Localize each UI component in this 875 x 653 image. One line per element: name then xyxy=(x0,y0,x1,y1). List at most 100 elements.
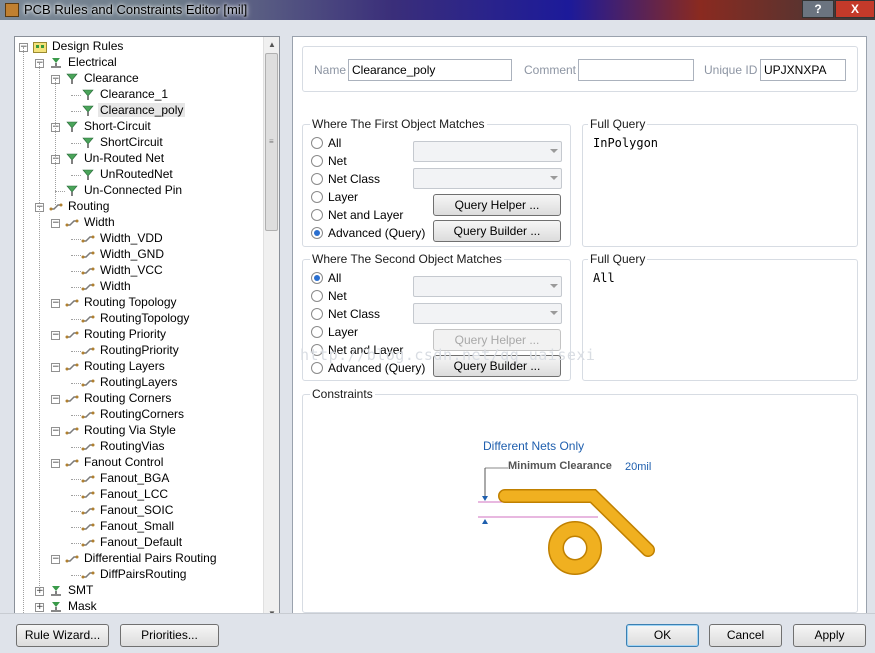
tree-item[interactable]: Fanout_LCC xyxy=(81,487,170,503)
rules-tree[interactable]: − Design Rules − Electrical − Clearance Cleara… xyxy=(14,36,280,623)
tree-item[interactable]: Width_VDD xyxy=(81,231,165,247)
scrollbar-thumb[interactable]: ≡ xyxy=(265,53,278,231)
tree-item[interactable]: Un-Connected Pin xyxy=(65,183,184,199)
tree-connector xyxy=(71,479,81,480)
radio-circle[interactable] xyxy=(311,227,323,239)
tree-item[interactable]: Fanout_Default xyxy=(81,535,184,551)
tree-item[interactable]: Un-Routed Net xyxy=(65,151,166,167)
tree-item[interactable]: Fanout_SOIC xyxy=(81,503,175,519)
apply-button[interactable]: Apply xyxy=(793,624,866,647)
tree-scrollbar[interactable]: ▲ ≡ ▼ xyxy=(263,37,279,622)
radio-layer[interactable]: Layer xyxy=(311,189,358,205)
tree-item[interactable]: Fanout_Small xyxy=(81,519,176,535)
tree-item[interactable]: Fanout Control xyxy=(65,455,165,471)
tree-item[interactable]: Routing Topology xyxy=(65,295,179,311)
tree-expander[interactable]: − xyxy=(51,363,60,372)
tree-expander[interactable]: − xyxy=(51,395,60,404)
tree-item[interactable]: SMT xyxy=(49,583,95,599)
tree-item[interactable]: Electrical xyxy=(49,55,119,71)
fanout-control-rule-icon xyxy=(65,456,79,469)
mask-rule-icon xyxy=(49,600,63,613)
second-net-combo[interactable] xyxy=(413,276,562,297)
clearance-rule-icon xyxy=(65,72,79,85)
second-query-builder-button[interactable]: Query Builder ... xyxy=(433,355,561,377)
tree-item[interactable]: Fanout_BGA xyxy=(81,471,171,487)
chevron-down-icon xyxy=(550,176,558,180)
radio-circle[interactable] xyxy=(311,173,323,185)
tree-item[interactable]: Short-Circuit xyxy=(65,119,153,135)
first-query-helper-button[interactable]: Query Helper ... xyxy=(433,194,561,216)
radio-circle[interactable] xyxy=(311,155,323,167)
tree-expander[interactable]: − xyxy=(51,555,60,564)
tree-item[interactable]: DiffPairsRouting xyxy=(81,567,188,583)
tree-expander[interactable]: − xyxy=(51,299,60,308)
tree-item[interactable]: UnRoutedNet xyxy=(81,167,175,183)
radio-circle[interactable] xyxy=(311,137,323,149)
second-query-helper-button[interactable]: Query Helper ... xyxy=(433,329,561,351)
tree-item[interactable]: Design Rules xyxy=(33,39,125,55)
tree-item[interactable]: Clearance xyxy=(65,71,141,87)
first-query-builder-button[interactable]: Query Builder ... xyxy=(433,220,561,242)
radio-circle[interactable] xyxy=(311,344,323,356)
tree-item[interactable]: Width_VCC xyxy=(81,263,165,279)
radio-circle[interactable] xyxy=(311,209,323,221)
radio-net[interactable]: Net xyxy=(311,288,347,304)
ok-button[interactable]: OK xyxy=(626,624,699,647)
first-netclass-combo[interactable] xyxy=(413,168,562,189)
tree-guide-line xyxy=(39,63,40,203)
rule-wizard-button[interactable]: Rule Wizard... xyxy=(16,624,109,647)
help-button[interactable]: ? xyxy=(802,0,834,18)
radio-net-class[interactable]: Net Class xyxy=(311,171,380,187)
tree-item[interactable]: ShortCircuit xyxy=(81,135,165,151)
tree-expander[interactable]: − xyxy=(51,459,60,468)
cancel-button[interactable]: Cancel xyxy=(709,624,782,647)
tree-item[interactable]: RoutingCorners xyxy=(81,407,186,423)
tree-expander[interactable]: − xyxy=(51,427,60,436)
tree-item[interactable]: Width xyxy=(81,279,133,295)
radio-all[interactable]: All xyxy=(311,270,341,286)
radio-circle[interactable] xyxy=(311,191,323,203)
tree-item[interactable]: Routing Layers xyxy=(65,359,167,375)
tree-expander[interactable]: − xyxy=(51,331,60,340)
tree-item-label: Routing Priority xyxy=(84,327,167,341)
name-field[interactable] xyxy=(348,59,512,81)
electrical-rule-icon xyxy=(49,56,63,69)
tree-item[interactable]: Width_GND xyxy=(81,247,166,263)
second-netclass-combo[interactable] xyxy=(413,303,562,324)
radio-net-and-layer[interactable]: Net and Layer xyxy=(311,342,403,358)
tree-item[interactable]: RoutingTopology xyxy=(81,311,191,327)
unique-id-field[interactable] xyxy=(760,59,846,81)
radio-advanced-query[interactable]: Advanced (Query) xyxy=(311,225,425,241)
radio-net-class[interactable]: Net Class xyxy=(311,306,380,322)
tree-item[interactable]: Clearance_1 xyxy=(81,87,170,103)
radio-net[interactable]: Net xyxy=(311,153,347,169)
priorities-button[interactable]: Priorities... xyxy=(120,624,219,647)
tree-item[interactable]: Routing Priority xyxy=(65,327,168,343)
tree-item[interactable]: Differential Pairs Routing xyxy=(65,551,219,567)
tree-item[interactable]: Routing Corners xyxy=(65,391,173,407)
radio-all[interactable]: All xyxy=(311,135,341,151)
radio-circle[interactable] xyxy=(311,308,323,320)
tree-item[interactable]: RoutingLayers xyxy=(81,375,179,391)
radio-circle[interactable] xyxy=(311,272,323,284)
first-net-combo[interactable] xyxy=(413,141,562,162)
tree-item[interactable]: Clearance_poly xyxy=(81,103,186,119)
radio-circle[interactable] xyxy=(311,326,323,338)
comment-field[interactable] xyxy=(578,59,694,81)
tree-item[interactable]: Routing xyxy=(49,199,111,215)
radio-circle[interactable] xyxy=(311,362,323,374)
tree-expander[interactable]: − xyxy=(51,219,60,228)
scroll-up-arrow-icon[interactable]: ▲ xyxy=(264,37,279,53)
second-full-query-label: Full Query xyxy=(588,252,648,266)
routing-corners-rule-icon xyxy=(65,392,79,405)
radio-circle[interactable] xyxy=(311,290,323,302)
radio-advanced-query[interactable]: Advanced (Query) xyxy=(311,360,425,376)
tree-item[interactable]: Width xyxy=(65,215,117,231)
close-button[interactable]: X xyxy=(835,0,875,18)
radio-layer[interactable]: Layer xyxy=(311,324,358,340)
tree-item[interactable]: Routing Via Style xyxy=(65,423,178,439)
tree-item[interactable]: RoutingPriority xyxy=(81,343,181,359)
radio-net-and-layer[interactable]: Net and Layer xyxy=(311,207,403,223)
tree-item[interactable]: RoutingVias xyxy=(81,439,167,455)
tree-expander[interactable]: + xyxy=(35,603,44,612)
